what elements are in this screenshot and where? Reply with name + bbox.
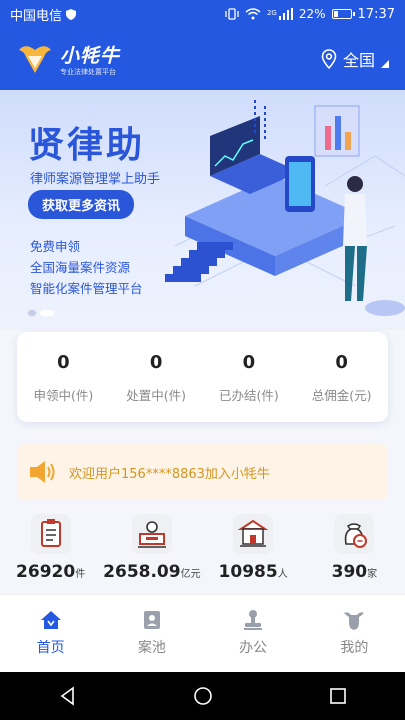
banner-illustration (165, 100, 405, 316)
metric-amount: 2658.09亿元 (101, 514, 202, 594)
region-label: 全国 (342, 51, 375, 70)
tab-home[interactable]: 首页 (0, 595, 101, 672)
banner-feature: 全国海量案件资源 (30, 260, 131, 275)
caret-down-icon (381, 60, 389, 68)
signal-icon (278, 8, 293, 20)
metric-lawyers: 10985人 (203, 514, 304, 594)
stat-label: 总佣金(元) (311, 388, 372, 403)
announcement-bar[interactable]: 欢迎用户156****8863加入小牦牛 (17, 444, 388, 500)
stat-value: 0 (57, 352, 70, 373)
lawyer-desk-icon (131, 514, 172, 554)
banner-subtitle: 律师案源管理掌上助手 (30, 172, 161, 187)
recents-square-icon[interactable] (328, 686, 348, 706)
location-pin-icon (321, 49, 337, 69)
battery-level (333, 11, 338, 17)
region-selector[interactable]: 全国 (321, 47, 389, 71)
stat-label: 处置中(件) (126, 388, 186, 403)
tab-case-pool[interactable]: 案池 (101, 595, 202, 672)
stat-value: 0 (149, 352, 163, 373)
metric-unit: 件 (75, 569, 86, 580)
network-tag: 2G (266, 8, 277, 17)
metric-unit: 亿元 (180, 569, 201, 580)
metric-number: 26920 (16, 562, 76, 582)
app-slogan: 专业法律处置平台 (60, 68, 116, 76)
brand: 小牦牛 专业法律处置平台 (60, 41, 120, 77)
system-nav-bar (0, 672, 405, 720)
stat-label: 已办结(件) (218, 388, 279, 403)
stat-applying[interactable]: 0 申领中(件) (17, 332, 110, 422)
tab-office[interactable]: 办公 (203, 595, 304, 672)
case-stats-card: 0 申领中(件) 0 处置中(件) 0 已办结(件) 0 总佣金(元) (17, 332, 388, 422)
carousel-dot[interactable] (28, 310, 36, 316)
tab-label: 首页 (36, 640, 65, 656)
banner-feature: 免费申领 (30, 239, 81, 254)
bottom-tab-bar: 首页 案池 办公 我的 (0, 594, 405, 672)
metric-value: 390家 (332, 562, 378, 582)
tab-label: 我的 (340, 640, 369, 656)
metric-institutions: 390家 (304, 514, 405, 594)
stat-value: 0 (242, 352, 256, 373)
carrier-group: 中国电信 (10, 5, 77, 24)
metric-number: 390 (331, 562, 368, 582)
shield-icon (66, 8, 77, 20)
carousel-dots[interactable] (28, 310, 54, 316)
vibrate-icon (225, 8, 239, 20)
metric-number: 10985 (218, 562, 278, 582)
app-name: 小牦牛 (60, 45, 121, 67)
metric-cases: 26920件 (0, 514, 101, 594)
yak-logo-icon[interactable] (16, 40, 54, 78)
clock: 17:37 (357, 6, 395, 22)
wifi-icon (245, 8, 261, 20)
stat-processing[interactable]: 0 处置中(件) (110, 332, 203, 422)
metric-value: 26920件 (16, 562, 85, 582)
home-icon (40, 611, 61, 629)
court-building-icon (233, 514, 274, 554)
app-header: 小牦牛 专业法律处置平台 全国 (0, 28, 405, 90)
banner-feature: 智能化案件管理平台 (30, 281, 143, 296)
home-circle-icon[interactable] (193, 686, 213, 706)
tab-label: 案池 (137, 640, 166, 656)
tab-profile[interactable]: 我的 (304, 595, 405, 672)
metric-unit: 家 (367, 569, 378, 580)
status-bar: 中国电信 2G 22% 17:37 (0, 0, 405, 28)
platform-metrics: 26920件 2658.09亿元 10985人 390家 (0, 514, 405, 594)
stat-completed[interactable]: 0 已办结(件) (203, 332, 296, 422)
metric-number: 2658.09 (103, 562, 181, 582)
banner-title: 贤律助 (28, 125, 146, 166)
office-icon (244, 610, 263, 630)
promo-banner[interactable]: 贤律助 律师案源管理掌上助手 获取更多资讯 免费申领 全国海量案件资源 智能化案… (0, 90, 405, 330)
status-icons: 2G 22% 17:37 (225, 7, 395, 22)
money-bag-icon (334, 514, 375, 554)
back-icon[interactable] (58, 686, 78, 706)
stat-label: 申领中(件) (33, 388, 94, 403)
carrier-name: 中国电信 (10, 8, 63, 24)
metric-unit: 人 (277, 569, 288, 580)
profile-icon (344, 612, 365, 630)
speaker-icon (30, 461, 55, 483)
tab-label: 办公 (239, 640, 268, 656)
stat-value: 0 (335, 352, 348, 373)
document-list-icon (30, 514, 71, 554)
battery-percent: 22% (298, 7, 326, 21)
banner-cta-button[interactable]: 获取更多资讯 (28, 190, 135, 219)
metric-value: 2658.09亿元 (103, 562, 200, 582)
stat-commission[interactable]: 0 总佣金(元) (295, 332, 388, 422)
battery-icon (331, 9, 355, 19)
carousel-dot-active[interactable] (40, 310, 54, 316)
case-pool-icon (143, 611, 160, 629)
metric-value: 10985人 (219, 562, 288, 582)
announcement-text: 欢迎用户156****8863加入小牦牛 (69, 466, 270, 482)
